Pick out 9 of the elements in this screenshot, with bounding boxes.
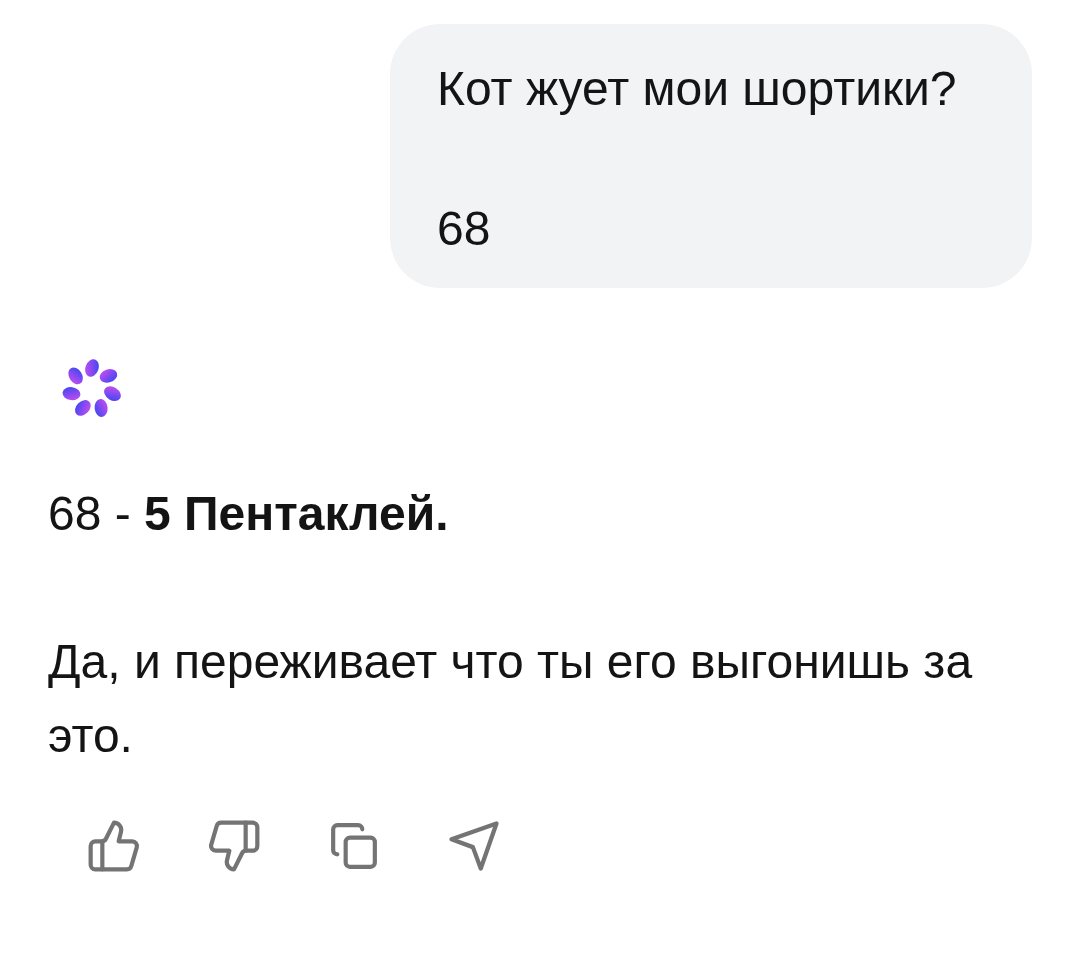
message-text: 68 (437, 201, 492, 257)
reply-text: 68 - 5 Пентаклей. (48, 486, 450, 542)
copy-icon (329, 821, 379, 871)
thumbs-down-icon (206, 818, 262, 874)
paper-plane-icon (447, 819, 501, 873)
reply-text: Да, и переживает что ты его выгонишь за это. (48, 634, 974, 764)
dots-ring-icon (61, 358, 123, 420)
thumbs-up-icon (86, 818, 142, 874)
message-text: Кот жует мои шортики? (437, 61, 958, 117)
